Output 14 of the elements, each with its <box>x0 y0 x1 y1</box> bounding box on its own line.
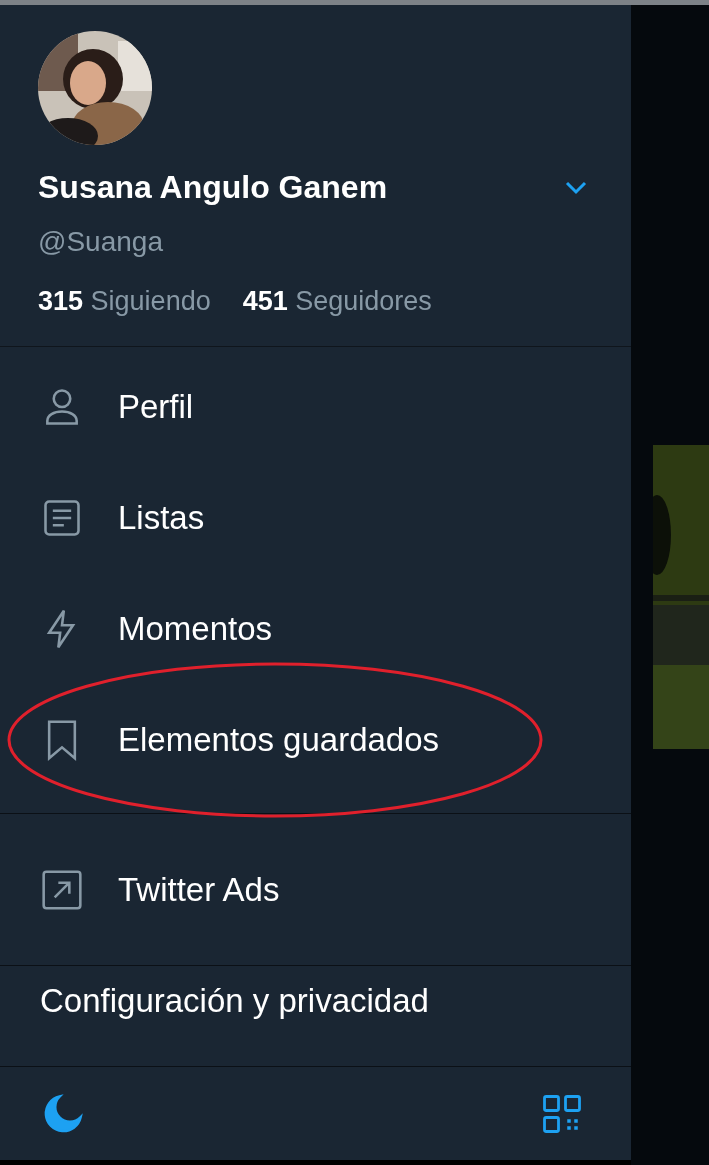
qr-code-icon[interactable] <box>541 1092 583 1135</box>
menu-item[interactable]: Elementos guardados <box>0 684 631 795</box>
follow-stat[interactable]: 315 Siguiendo <box>38 286 211 317</box>
menu-item[interactable]: Listas <box>0 462 631 573</box>
profile-handle: @Suanga <box>38 226 164 258</box>
chevron-down-icon[interactable] <box>565 180 587 195</box>
menu-item[interactable]: Perfil <box>0 351 631 462</box>
profile-name: Susana Angulo Ganem <box>38 169 388 206</box>
menu-item[interactable]: Twitter Ads <box>0 834 631 945</box>
menu-item[interactable]: Configuración y privacidad <box>0 966 631 1036</box>
menu-item[interactable]: Momentos <box>0 573 631 684</box>
moon-icon[interactable] <box>42 1092 84 1135</box>
follow-stat[interactable]: 451 Seguidores <box>242 286 432 317</box>
external-link-icon <box>40 867 84 912</box>
